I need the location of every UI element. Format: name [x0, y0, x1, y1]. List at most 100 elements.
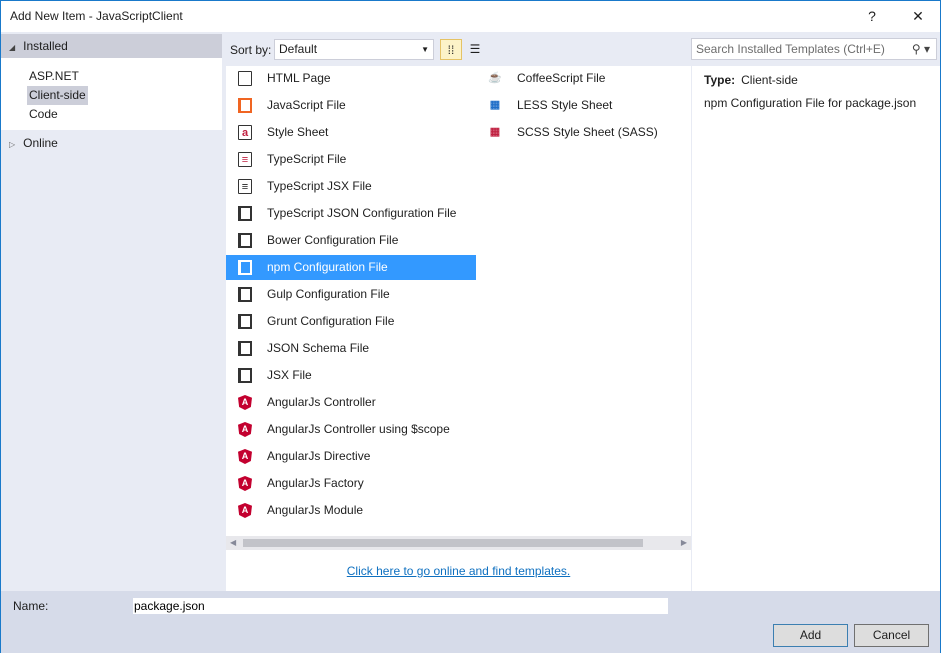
template-item[interactable]: ▦ LESS Style Sheet [476, 93, 726, 118]
angular-icon: A [238, 503, 252, 518]
category-tree: ◢ Installed ASP.NET Client-side Code ▷ Onl… [1, 32, 222, 591]
typescript-file-icon: ≡ [238, 152, 252, 167]
online-templates-link[interactable]: Click here to go online and find templat… [347, 564, 570, 578]
scroll-right-icon[interactable]: ▶ [681, 536, 687, 550]
category-aspnet[interactable]: ASP.NET [27, 67, 81, 86]
template-item[interactable]: A AngularJs Module [226, 498, 476, 523]
expand-triangle-icon: ▷ [9, 140, 16, 149]
search-input[interactable]: Search Installed Templates (Ctrl+E) ⚲ ▾ [691, 38, 937, 60]
template-item[interactable]: TypeScript JSON Configuration File [226, 201, 476, 226]
template-item[interactable]: HTML Page [226, 66, 476, 91]
sort-by-label: Sort by: [230, 43, 272, 57]
tree-node-installed[interactable]: ◢ Installed [1, 34, 222, 58]
list-icon: ☰ [469, 42, 481, 56]
tree-node-online[interactable]: ▷ Online [9, 134, 58, 154]
chevron-down-icon: ▼ [421, 45, 429, 54]
template-label: Grunt Configuration File [267, 314, 395, 328]
collapse-triangle-icon: ◢ [9, 43, 16, 52]
list-view-button[interactable]: ☰ [464, 39, 486, 60]
angular-icon: A [238, 449, 252, 464]
jsx-file-icon [238, 368, 252, 383]
angular-icon: A [238, 476, 252, 491]
config-file-icon [238, 314, 252, 329]
template-item[interactable]: JavaScript File [226, 93, 476, 118]
template-label: TypeScript JSX File [267, 179, 372, 193]
details-pane: Type: Client-side npm Configuration File … [692, 66, 940, 591]
template-item[interactable]: A AngularJs Controller [226, 390, 476, 415]
template-label: TypeScript JSON Configuration File [267, 206, 457, 220]
type-value: Client-side [741, 73, 798, 87]
template-item[interactable]: JSX File [226, 363, 476, 388]
template-label: SCSS Style Sheet (SASS) [517, 125, 658, 139]
less-icon: ▦ [489, 99, 501, 111]
template-label: AngularJs Directive [267, 449, 371, 463]
template-item[interactable]: JSON Schema File [226, 336, 476, 361]
template-label: AngularJs Module [267, 503, 364, 517]
config-file-icon [238, 287, 252, 302]
template-item[interactable]: A AngularJs Controller using $scope [226, 417, 476, 442]
angular-icon: A [238, 422, 252, 437]
template-label: Gulp Configuration File [267, 287, 390, 301]
config-file-icon [238, 233, 252, 248]
online-label: Online [23, 136, 58, 150]
search-placeholder: Search Installed Templates (Ctrl+E) [696, 42, 885, 56]
template-label: AngularJs Controller [267, 395, 376, 409]
html-page-icon [238, 71, 252, 86]
template-label: Bower Configuration File [267, 233, 399, 247]
grid-icon: ⁞⁞ [447, 43, 455, 57]
template-label: AngularJs Factory [267, 476, 364, 490]
javascript-file-icon [238, 98, 252, 113]
template-item[interactable]: Gulp Configuration File [226, 282, 476, 307]
style-sheet-icon: a [238, 125, 252, 140]
category-client-side[interactable]: Client-side [27, 86, 88, 105]
medium-icons-view-button[interactable]: ⁞⁞ [440, 39, 462, 60]
typescript-jsx-file-icon: ≡ [238, 179, 252, 194]
add-button[interactable]: Add [773, 624, 848, 647]
template-label: LESS Style Sheet [517, 98, 613, 112]
angular-icon: A [238, 395, 252, 410]
help-button[interactable]: ? [857, 5, 887, 27]
scroll-left-icon[interactable]: ◀ [230, 536, 236, 550]
name-input[interactable] [133, 598, 668, 614]
template-label: HTML Page [267, 71, 331, 85]
config-file-icon [238, 341, 252, 356]
close-button[interactable]: ✕ [903, 5, 933, 27]
category-code[interactable]: Code [27, 105, 60, 124]
search-icon[interactable]: ⚲ ▾ [912, 39, 930, 59]
template-item[interactable]: Grunt Configuration File [226, 309, 476, 334]
template-label: JSON Schema File [267, 341, 370, 355]
scss-icon: ▦ [489, 126, 501, 138]
template-item[interactable]: a Style Sheet [226, 120, 476, 145]
template-item[interactable]: A AngularJs Directive [226, 444, 476, 469]
config-file-icon [238, 206, 252, 221]
template-item[interactable]: A AngularJs Factory [226, 471, 476, 496]
cancel-button[interactable]: Cancel [854, 624, 929, 647]
template-label: CoffeeScript File [517, 71, 606, 85]
template-item[interactable]: ▦ SCSS Style Sheet (SASS) [476, 120, 726, 145]
template-label: JSX File [267, 368, 312, 382]
template-label: TypeScript File [267, 152, 347, 166]
name-label: Name: [13, 599, 49, 613]
template-item[interactable]: Bower Configuration File [226, 228, 476, 253]
scrollbar-thumb[interactable] [243, 539, 643, 547]
template-label: npm Configuration File [267, 260, 388, 274]
template-label: Style Sheet [267, 125, 329, 139]
footer: Name: Add Cancel [1, 591, 940, 653]
template-description: npm Configuration File for package.json [704, 96, 917, 110]
type-label: Type: [704, 73, 736, 87]
template-label: JavaScript File [267, 98, 346, 112]
template-item[interactable]: npm Configuration File [226, 255, 476, 280]
template-list: HTML Page JavaScript File a Style Sheet ≡ Typ… [226, 66, 691, 536]
sort-by-dropdown[interactable]: Default ▼ [274, 39, 434, 60]
template-item[interactable]: ☕ CoffeeScript File [476, 66, 726, 91]
horizontal-scrollbar[interactable]: ◀ ▶ [226, 536, 691, 550]
title-bar: Add New Item - JavaScriptClient ? ✕ [1, 1, 940, 32]
template-item[interactable]: ≡ TypeScript JSX File [226, 174, 476, 199]
add-new-item-dialog: Add New Item - JavaScriptClient ? ✕ ◢ Ins… [0, 0, 941, 653]
template-item[interactable]: ≡ TypeScript File [226, 147, 476, 172]
coffee-icon: ☕ [488, 72, 502, 84]
config-file-icon [238, 260, 252, 275]
sort-value: Default [279, 42, 318, 56]
template-label: AngularJs Controller using $scope [267, 422, 450, 436]
installed-label: Installed [23, 39, 68, 53]
